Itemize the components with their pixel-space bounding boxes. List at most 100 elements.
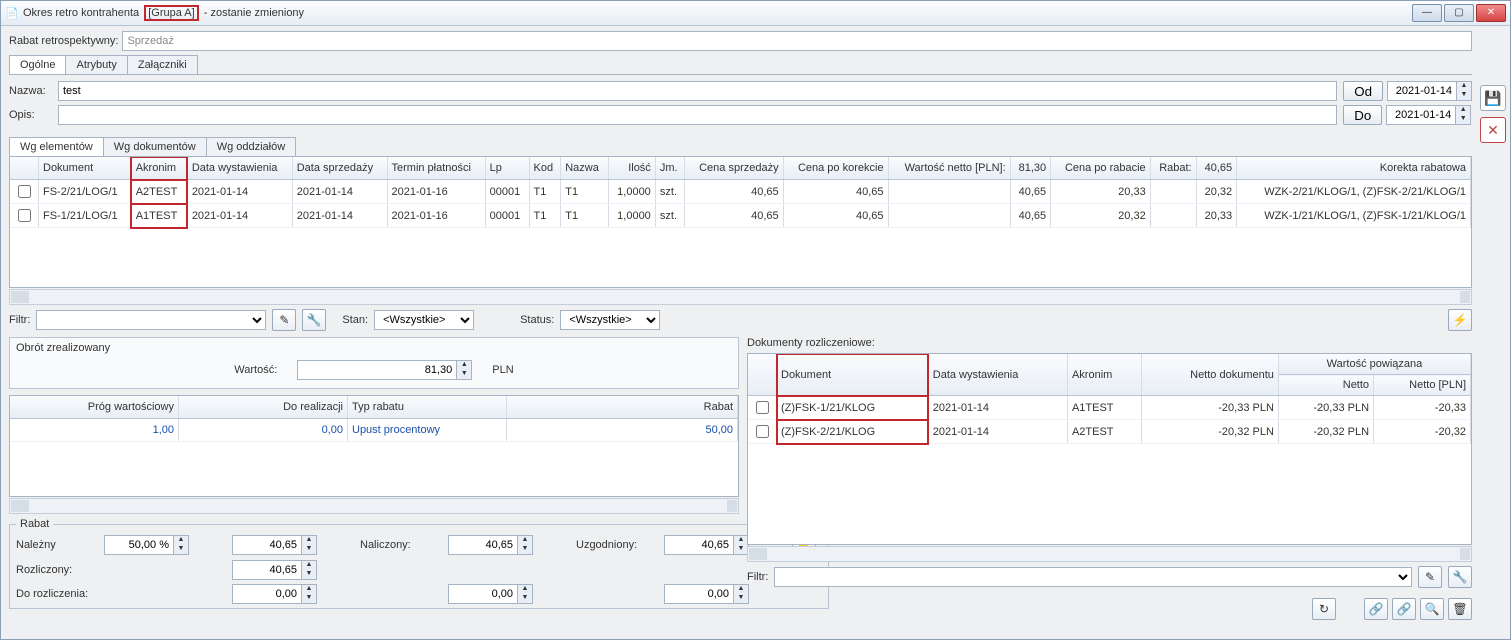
row-check[interactable]	[756, 401, 769, 414]
table-row[interactable]: (Z)FSK-1/21/KLOG2021-01-14A1TEST -20,33 …	[748, 396, 1471, 420]
col-data-wyst[interactable]: Data wystawienia	[187, 157, 292, 180]
prog-hscroll[interactable]	[9, 498, 739, 514]
col-dokument[interactable]: Dokument	[39, 157, 132, 180]
save-button[interactable]: 💾	[1480, 85, 1506, 111]
subtab-elementow[interactable]: Wg elementów	[9, 137, 104, 156]
spin-up[interactable]: ▲	[1456, 106, 1470, 115]
col-akronim[interactable]: Akronim	[131, 157, 187, 180]
lightning-icon[interactable]: ⚡	[1448, 309, 1472, 331]
rabat-retro-label: Rabat retrospektywny:	[9, 35, 118, 47]
filter-edit-icon[interactable]: ✎	[272, 309, 296, 331]
rozliczony-input[interactable]	[232, 560, 302, 580]
maximize-button[interactable]: ▢	[1444, 4, 1474, 22]
stan-label: Stan:	[342, 314, 368, 326]
col-termin[interactable]: Termin płatności	[387, 157, 485, 180]
row-check[interactable]	[756, 425, 769, 438]
dr-filter-edit-icon[interactable]: ✎	[1418, 566, 1442, 588]
col-dr-wp[interactable]: Wartość powiązana	[1278, 354, 1470, 375]
subtab-dokumentow[interactable]: Wg dokumentów	[103, 137, 207, 156]
table-row[interactable]: FS-2/21/LOG/1A2TEST2021-01-142021-01-142…	[10, 180, 1471, 204]
main-table-hscroll[interactable]	[9, 289, 1472, 305]
do-date-input[interactable]	[1386, 105, 1456, 125]
prog-table: Próg wartościowy Do realizacji Typ rabat…	[9, 395, 739, 497]
col-cena-kor[interactable]: Cena po korekcie	[783, 157, 888, 180]
col-prog[interactable]: Próg wartościowy	[10, 396, 179, 419]
col-dr-netto[interactable]: Netto	[1278, 375, 1373, 396]
obrot-box: Obrót zrealizowany Wartość: ▲▼ PLN	[9, 337, 739, 389]
main-table: Dokument Akronim Data wystawienia Data s…	[9, 157, 1472, 288]
filter-select[interactable]	[36, 310, 266, 330]
nalezny-pct-input[interactable]	[104, 535, 174, 555]
spin-down[interactable]: ▼	[1456, 115, 1470, 124]
col-dr-nd[interactable]: Netto dokumentu	[1142, 354, 1279, 396]
col-rabat-lbl[interactable]: Rabat:	[1150, 157, 1196, 180]
dr-filter-build-icon[interactable]: 🔧	[1448, 566, 1472, 588]
spin-down[interactable]: ▼	[1457, 91, 1471, 100]
naliczony-input[interactable]	[448, 535, 518, 555]
naliczony2-input[interactable]	[448, 584, 518, 604]
dr-hscroll[interactable]	[747, 546, 1472, 562]
col-cena-sprz[interactable]: Cena sprzedaży	[685, 157, 783, 180]
uzgodniony-input[interactable]	[664, 535, 734, 555]
col-lp[interactable]: Lp	[485, 157, 529, 180]
uzgodniony2-input[interactable]	[664, 584, 734, 604]
col-dr-nettopln[interactable]: Netto [PLN]	[1374, 375, 1471, 396]
row-check[interactable]	[18, 185, 31, 198]
col-data-sprz[interactable]: Data sprzedaży	[292, 157, 387, 180]
desc-label: Opis:	[9, 109, 54, 121]
action-link2-icon[interactable]: 🔗	[1392, 598, 1416, 620]
filter-build-icon[interactable]: 🔧	[302, 309, 326, 331]
dok-rozl-table: Dokument Data wystawienia Akronim Netto …	[747, 353, 1472, 545]
col-nazwa[interactable]: Nazwa	[561, 157, 608, 180]
dr-filter-label: Filtr:	[747, 571, 768, 583]
obrot-legend: Obrót zrealizowany	[16, 342, 732, 354]
col-typ[interactable]: Typ rabatu	[348, 396, 507, 419]
action-delete-icon[interactable]: 🗑	[1448, 598, 1472, 620]
action-zoom-icon[interactable]: 🔍	[1420, 598, 1444, 620]
col-dr-dw[interactable]: Data wystawienia	[928, 354, 1067, 396]
dorozl-label: Do rozliczenia:	[16, 588, 88, 600]
prog-row[interactable]: 1,00 0,00 Upust procentowy 50,00	[10, 419, 738, 442]
col-kod[interactable]: Kod	[529, 157, 561, 180]
table-row[interactable]: (Z)FSK-2/21/KLOG2021-01-14A2TEST -20,32 …	[748, 420, 1471, 444]
wartosc-input[interactable]	[297, 360, 457, 380]
tab-zalaczniki[interactable]: Załączniki	[127, 55, 198, 74]
cancel-button[interactable]: ✕	[1480, 117, 1506, 143]
do-button[interactable]: Do	[1343, 105, 1382, 125]
table-row[interactable]: FS-1/21/LOG/1A1TEST2021-01-142021-01-142…	[10, 204, 1471, 228]
col-dr-dok[interactable]: Dokument	[777, 354, 929, 396]
minimize-button[interactable]: —	[1412, 4, 1442, 22]
tab-ogolne[interactable]: Ogólne	[9, 55, 66, 74]
spin-up[interactable]: ▲	[1457, 82, 1471, 91]
dorozl-input[interactable]	[232, 584, 302, 604]
col-doreal[interactable]: Do realizacji	[179, 396, 348, 419]
od-date-input[interactable]	[1387, 81, 1457, 101]
nalezny-val-input[interactable]	[232, 535, 302, 555]
row-check[interactable]	[18, 209, 31, 222]
col-check[interactable]	[10, 157, 39, 180]
col-cena-rab[interactable]: Cena po rabacie	[1051, 157, 1151, 180]
name-label: Nazwa:	[9, 85, 54, 97]
rabat-legend: Rabat	[16, 518, 53, 530]
col-wn-lbl[interactable]: Wartość netto [PLN]:	[888, 157, 1010, 180]
action-refresh-icon[interactable]: ↻	[1312, 598, 1336, 620]
close-button[interactable]: ✕	[1476, 4, 1506, 22]
col-rabat-val[interactable]: 40,65	[1196, 157, 1237, 180]
subtab-oddzialow[interactable]: Wg oddziałów	[206, 137, 296, 156]
dr-filter-select[interactable]	[774, 567, 1412, 587]
col-jm[interactable]: Jm.	[655, 157, 685, 180]
desc-input[interactable]	[58, 105, 1337, 125]
col-ilosc[interactable]: Ilość	[608, 157, 655, 180]
top-tabs: Ogólne Atrybuty Załączniki	[9, 55, 1472, 75]
od-button[interactable]: Od	[1343, 81, 1383, 101]
col-korekta[interactable]: Korekta rabatowa	[1237, 157, 1471, 180]
col-rabat2[interactable]: Rabat	[507, 396, 738, 419]
name-input[interactable]	[58, 81, 1337, 101]
tab-atrybuty[interactable]: Atrybuty	[65, 55, 127, 74]
col-dr-akr[interactable]: Akronim	[1067, 354, 1141, 396]
waluta-label: PLN	[492, 364, 513, 376]
action-link1-icon[interactable]: 🔗	[1364, 598, 1388, 620]
stan-select[interactable]: <Wszystkie>	[374, 310, 474, 330]
col-wn-val[interactable]: 81,30	[1010, 157, 1051, 180]
status-select[interactable]: <Wszystkie>	[560, 310, 660, 330]
